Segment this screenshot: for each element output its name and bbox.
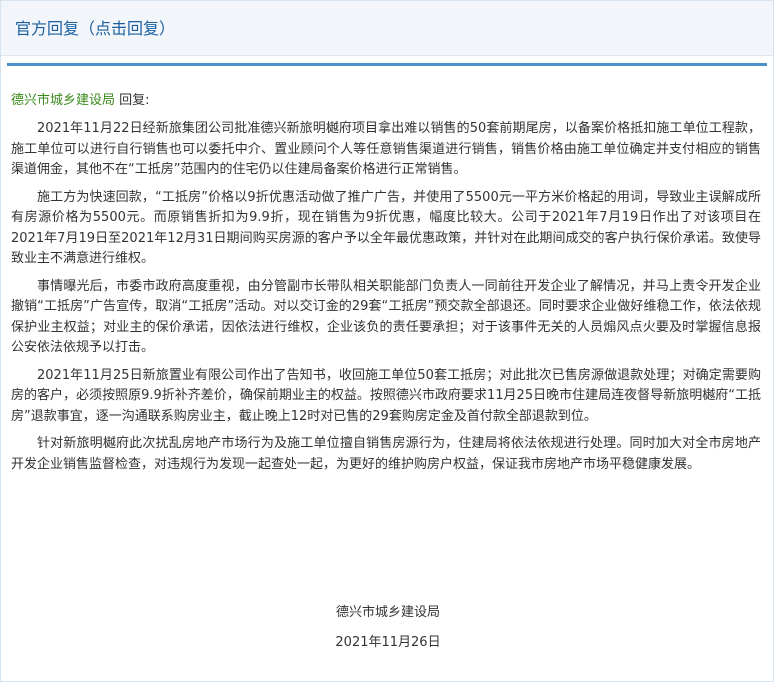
reply-paragraph-3: 事情曝光后，市委市政府高度重视，由分管副市长带队相关职能部门负责人一同前往开发企… xyxy=(11,278,761,356)
reply-paragraph-5: 针对新旅明樾府此次扰乱房地产市场行为及施工单位擅自销售房源行为，住建局将依法依规… xyxy=(11,436,761,472)
panel-header: 官方回复（点击回复） xyxy=(1,1,773,56)
official-reply-panel: 官方回复（点击回复） 德兴市城乡建设局 回复: 2021年11月22日经新旅集团… xyxy=(0,0,774,682)
official-reply-link[interactable]: 官方回复（点击回复） xyxy=(15,18,175,40)
signature-department: 德兴市城乡建设局 xyxy=(335,605,440,620)
reply-content: 德兴市城乡建设局 回复: 2021年11月22日经新旅集团公司批准德兴新旅明樾府… xyxy=(11,91,761,482)
reply-paragraph-1: 2021年11月22日经新旅集团公司批准德兴新旅明樾府项目拿出难以销售的50套前… xyxy=(11,121,761,177)
reply-department: 德兴市城乡建设局 xyxy=(11,93,116,108)
reply-header-line: 德兴市城乡建设局 回复: xyxy=(11,91,761,111)
reply-paragraph-4: 2021年11月25日新旅置业有限公司作出了告知书，收回施工单位50套工抵房；对… xyxy=(11,367,761,424)
reply-suffix: 回复: xyxy=(115,93,150,108)
signature-date: 2021年11月26日 xyxy=(335,635,441,650)
reply-paragraph-2: 施工方为快速回款，“工抵房”价格以9折优惠活动做了推广广告，并使用了5500元一… xyxy=(11,189,761,267)
header-divider xyxy=(7,63,767,66)
